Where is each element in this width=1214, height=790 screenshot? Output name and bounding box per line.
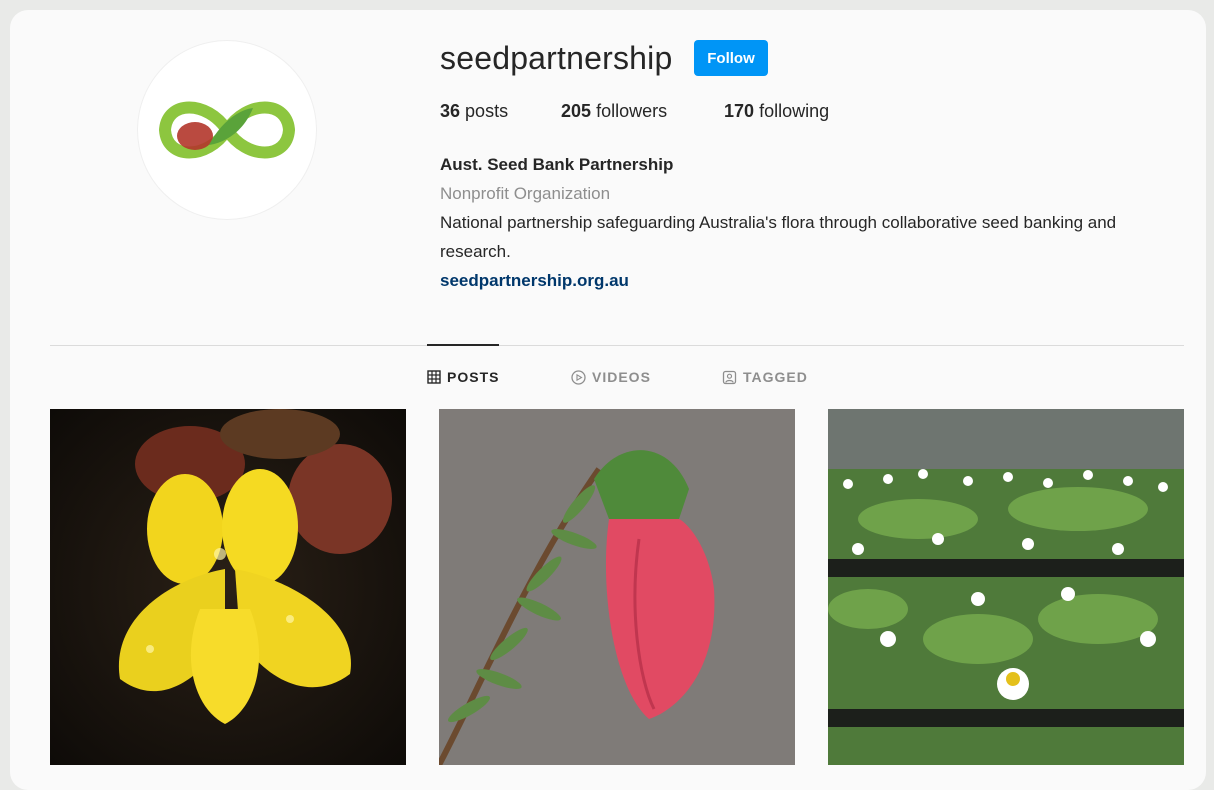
profile-bio: Aust. Seed Bank Partnership Nonprofit Or… — [440, 150, 1190, 295]
profile-username: seedpartnership — [440, 40, 673, 76]
grid-icon — [427, 370, 441, 384]
seedbank-logo-icon — [158, 101, 296, 159]
following-count: 170 — [724, 101, 755, 121]
tab-tagged-label: TAGGED — [743, 369, 808, 385]
bio-text: National partnership safeguarding Austra… — [440, 213, 1117, 261]
website-link[interactable]: seedpartnership.org.au — [440, 266, 1190, 295]
daisy-seedlings-photo — [828, 409, 1184, 765]
posts-label: posts — [465, 101, 509, 121]
profile-avatar[interactable] — [137, 40, 317, 220]
following-label: following — [759, 101, 830, 121]
tab-posts[interactable]: POSTS — [427, 369, 499, 385]
tab-posts-label: POSTS — [447, 369, 500, 385]
tagged-icon — [722, 370, 737, 384]
post-tile[interactable] — [828, 409, 1184, 765]
follow-button[interactable]: Follow — [694, 40, 768, 76]
posts-count: 36 — [440, 101, 461, 121]
following-stat[interactable]: 170 following — [724, 101, 829, 122]
tab-videos-label: VIDEOS — [592, 369, 651, 385]
post-tile[interactable] — [50, 409, 406, 765]
account-category: Nonprofit Organization — [440, 184, 611, 203]
active-tab-indicator — [427, 344, 499, 346]
followers-count: 205 — [561, 101, 592, 121]
play-circle-icon — [571, 369, 586, 385]
posts-stat[interactable]: 36 posts — [440, 101, 508, 122]
followers-label: followers — [596, 101, 668, 121]
display-name: Aust. Seed Bank Partnership — [440, 155, 674, 174]
tab-videos[interactable]: VIDEOS — [571, 369, 651, 385]
followers-stat[interactable]: 205 followers — [561, 101, 667, 122]
post-tile[interactable] — [439, 409, 795, 765]
pink-bell-flower-photo — [439, 409, 795, 765]
tabs-divider — [50, 345, 1184, 346]
tab-tagged[interactable]: TAGGED — [722, 369, 808, 385]
yellow-flower-photo — [50, 409, 406, 765]
